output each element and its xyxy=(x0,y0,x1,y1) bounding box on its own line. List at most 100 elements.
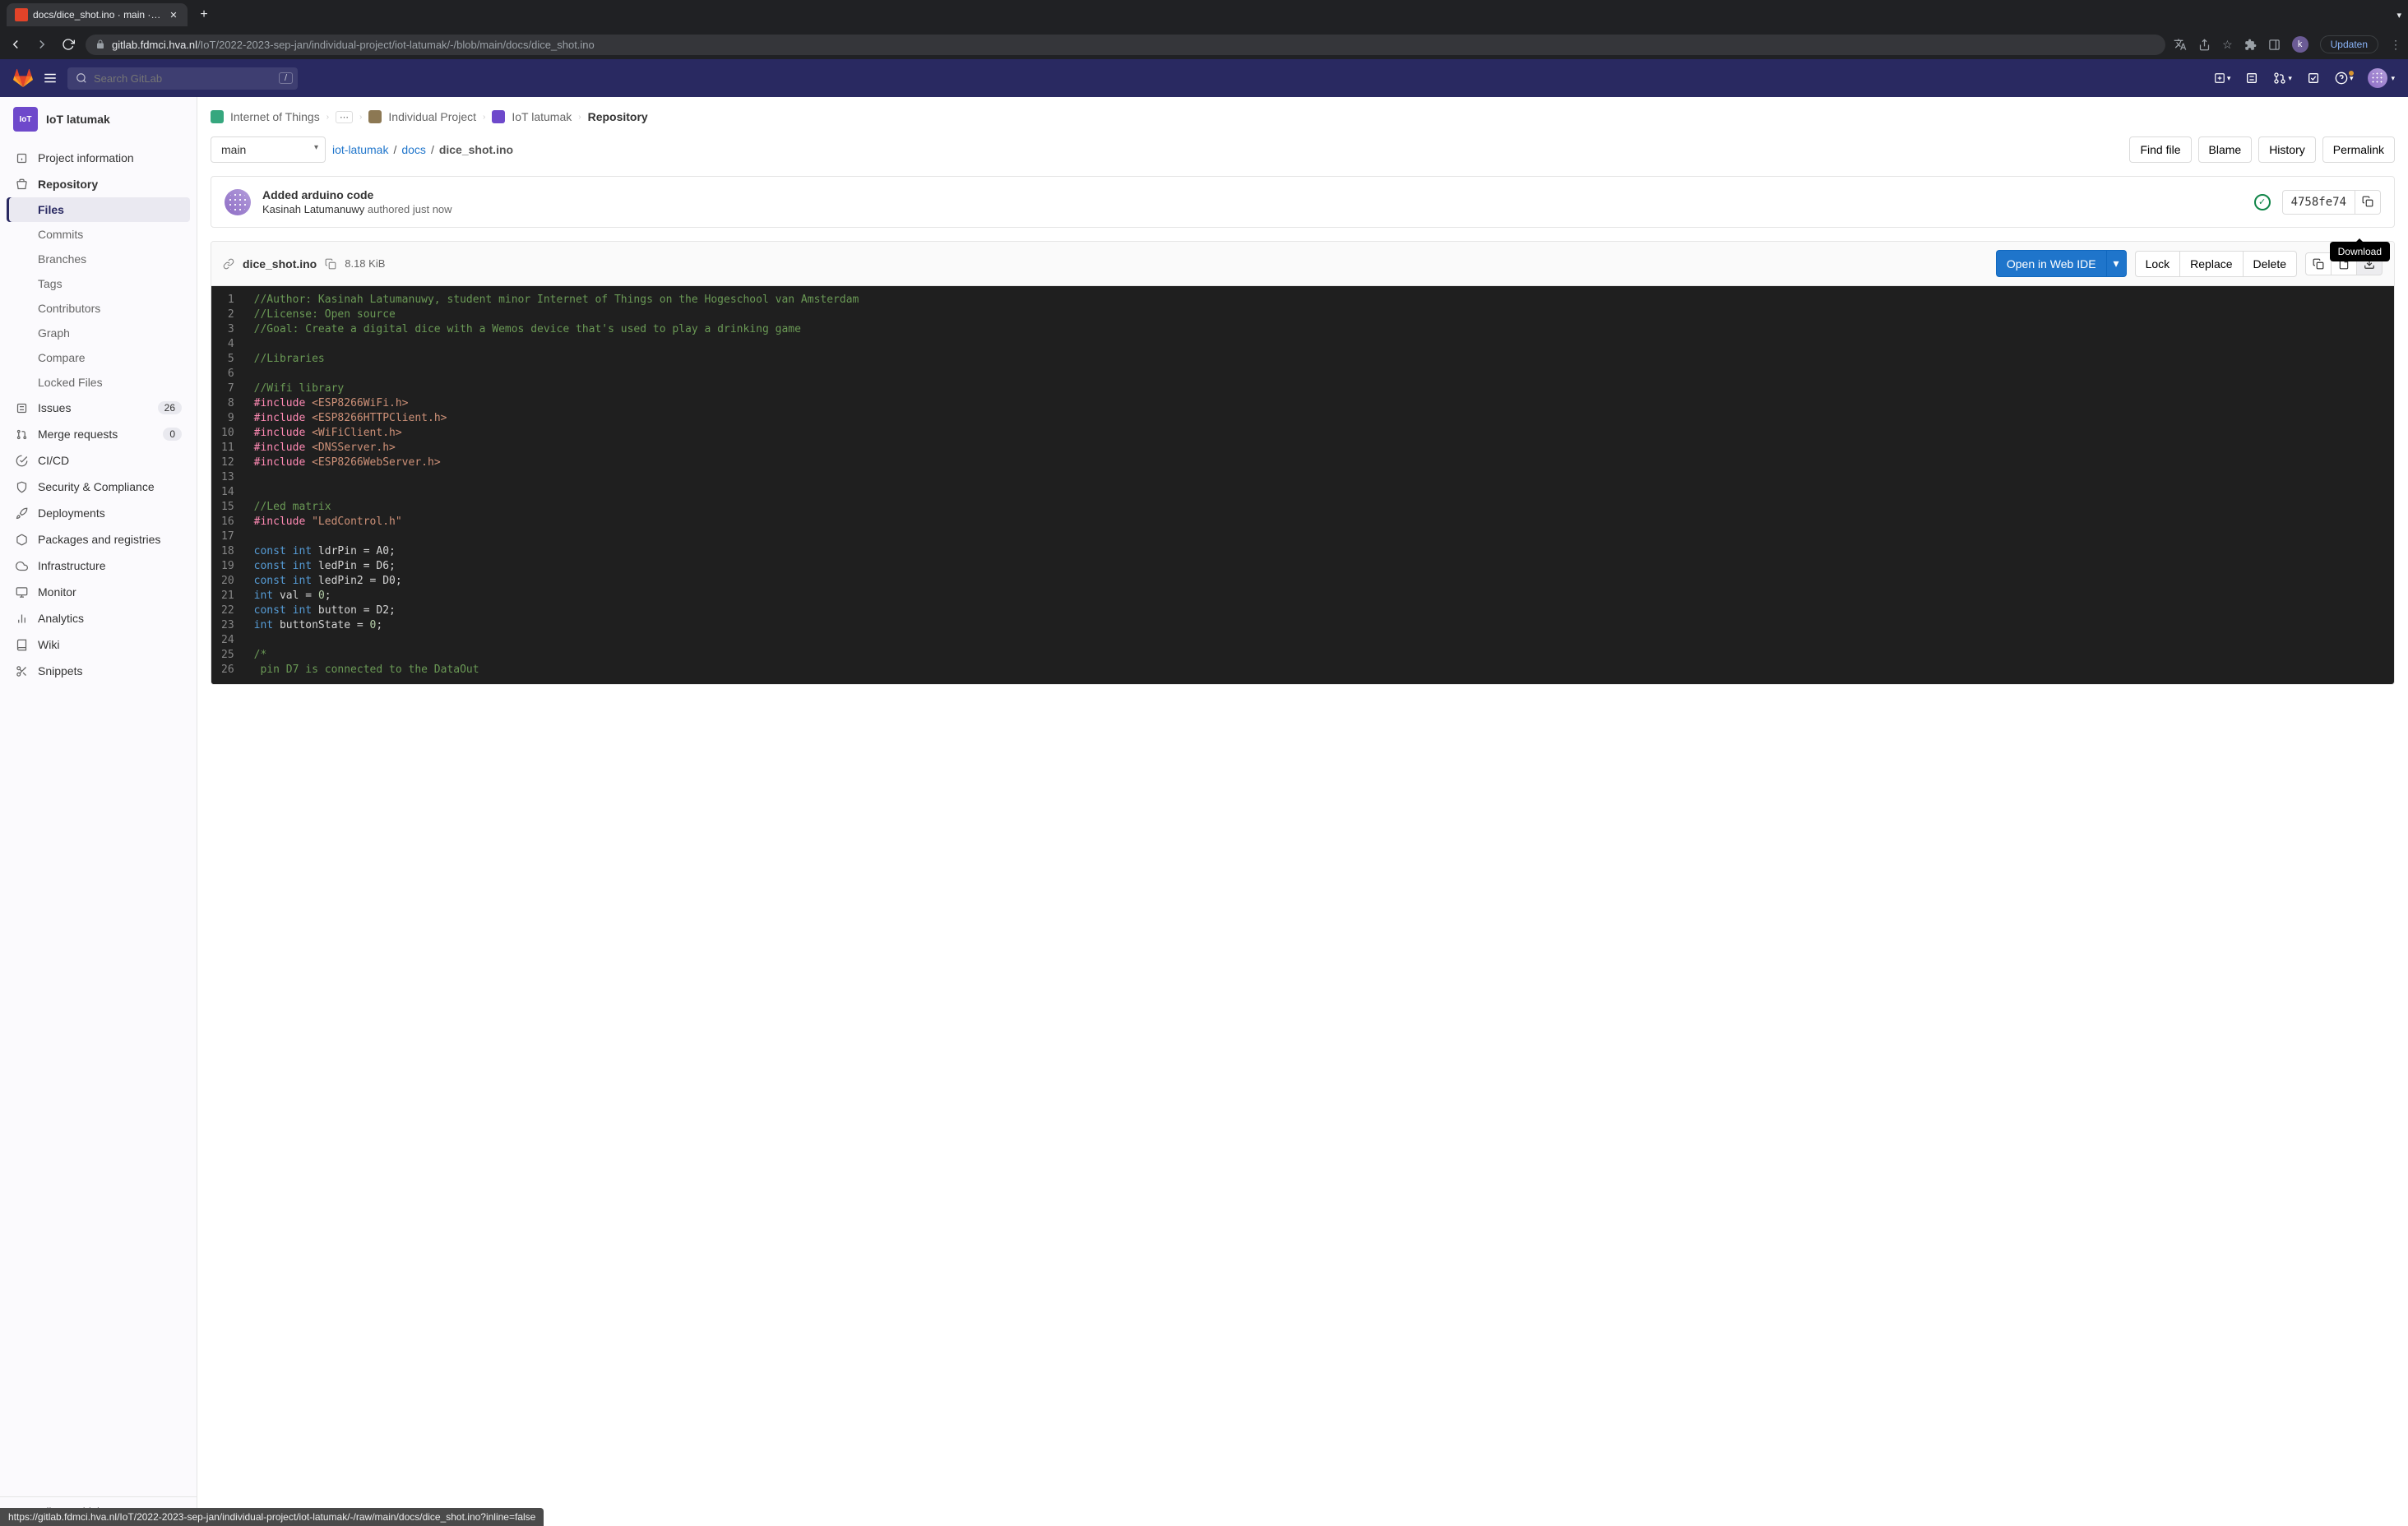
replace-button[interactable]: Replace xyxy=(2179,251,2242,277)
share-icon[interactable] xyxy=(2198,39,2211,51)
back-button[interactable] xyxy=(7,35,25,53)
line-number[interactable]: 18 xyxy=(221,544,234,559)
sidebar-item-cicd[interactable]: CI/CD xyxy=(7,447,190,474)
extensions-icon[interactable] xyxy=(2244,39,2257,51)
sidebar-sub-contributors[interactable]: Contributors xyxy=(25,296,190,321)
sidebar-item-merge-requests[interactable]: Merge requests0 xyxy=(7,421,190,447)
sidebar-sub-files[interactable]: Files xyxy=(7,197,190,222)
line-number[interactable]: 1 xyxy=(221,293,234,308)
sidebar-item-label: Monitor xyxy=(38,585,76,599)
sidebar-item-deployments[interactable]: Deployments xyxy=(7,500,190,526)
sidebar-item-snippets[interactable]: Snippets xyxy=(7,658,190,684)
line-number[interactable]: 4 xyxy=(221,337,234,352)
line-number[interactable]: 3 xyxy=(221,322,234,337)
line-number[interactable]: 14 xyxy=(221,485,234,500)
sidebar-sub-compare[interactable]: Compare xyxy=(25,345,190,370)
line-number[interactable]: 10 xyxy=(221,426,234,441)
line-number[interactable]: 24 xyxy=(221,633,234,648)
new-tab-button[interactable]: + xyxy=(194,5,214,25)
line-number[interactable]: 19 xyxy=(221,559,234,574)
breadcrumb-l3[interactable]: IoT latumak xyxy=(512,110,572,123)
browser-tab[interactable]: docs/dice_shot.ino · main · Int... ✕ xyxy=(7,3,188,26)
sidebar-sub-locked[interactable]: Locked Files xyxy=(25,370,190,395)
lock-button[interactable]: Lock xyxy=(2135,251,2180,277)
sidebar-item-monitor[interactable]: Monitor xyxy=(7,579,190,605)
line-number[interactable]: 25 xyxy=(221,648,234,663)
open-web-ide-button[interactable]: Open in Web IDE xyxy=(1996,250,2106,277)
sidebar-item-infrastructure[interactable]: Infrastructure xyxy=(7,553,190,579)
sidebar-sub-tags[interactable]: Tags xyxy=(25,271,190,296)
line-number[interactable]: 11 xyxy=(221,441,234,455)
sidebar-item-packages[interactable]: Packages and registries xyxy=(7,526,190,553)
copy-path-button[interactable] xyxy=(325,258,336,270)
line-number[interactable]: 17 xyxy=(221,529,234,544)
delete-button[interactable]: Delete xyxy=(2243,251,2297,277)
commit-author-avatar[interactable] xyxy=(225,189,251,215)
sidebar-item-analytics[interactable]: Analytics xyxy=(7,605,190,631)
bookmark-icon[interactable]: ☆ xyxy=(2222,38,2233,52)
line-number[interactable]: 22 xyxy=(221,603,234,618)
history-button[interactable]: History xyxy=(2258,136,2316,163)
line-number[interactable]: 16 xyxy=(221,515,234,529)
translate-icon[interactable] xyxy=(2174,38,2187,51)
line-number[interactable]: 13 xyxy=(221,470,234,485)
pipeline-status-icon[interactable]: ✓ xyxy=(2254,194,2271,210)
issues-icon[interactable] xyxy=(2245,72,2258,85)
update-button[interactable]: Updaten xyxy=(2320,35,2378,53)
search-input[interactable]: / xyxy=(67,67,298,90)
url-bar[interactable]: gitlab.fdmci.hva.nl/IoT/2022-2023-sep-ja… xyxy=(86,35,2165,55)
path-folder[interactable]: docs xyxy=(401,143,426,156)
forward-button[interactable] xyxy=(33,35,51,53)
profile-avatar[interactable]: k xyxy=(2292,36,2308,53)
breadcrumb-l2[interactable]: Individual Project xyxy=(388,110,476,123)
sidebar-sub-branches[interactable]: Branches xyxy=(25,247,190,271)
copy-sha-button[interactable] xyxy=(2355,190,2381,215)
branch-select[interactable]: main xyxy=(211,136,326,163)
user-menu[interactable]: ▾ xyxy=(2368,68,2395,88)
search-field[interactable] xyxy=(94,72,289,85)
create-new-button[interactable]: ▾ xyxy=(2214,72,2231,84)
breadcrumb-l1[interactable]: Internet of Things xyxy=(230,110,320,123)
reload-button[interactable] xyxy=(59,35,77,53)
line-number[interactable]: 7 xyxy=(221,382,234,396)
sidebar-item-repository[interactable]: Repository xyxy=(7,171,190,197)
line-number[interactable]: 2 xyxy=(221,308,234,322)
close-tab-icon[interactable]: ✕ xyxy=(168,9,179,21)
sidebar-item-project-info[interactable]: Project information xyxy=(7,145,190,171)
commit-author[interactable]: Kasinah Latumanuwy xyxy=(262,203,364,215)
find-file-button[interactable]: Find file xyxy=(2129,136,2191,163)
line-number[interactable]: 9 xyxy=(221,411,234,426)
line-number[interactable]: 15 xyxy=(221,500,234,515)
permalink-button[interactable]: Permalink xyxy=(2322,136,2395,163)
sidebar-item-wiki[interactable]: Wiki xyxy=(7,631,190,658)
code-line: #include <WiFiClient.h> xyxy=(254,426,2384,441)
line-number[interactable]: 12 xyxy=(221,455,234,470)
gitlab-logo[interactable] xyxy=(13,68,33,88)
menu-icon[interactable] xyxy=(43,71,58,86)
line-number[interactable]: 21 xyxy=(221,589,234,603)
sidebar-sub-commits[interactable]: Commits xyxy=(25,222,190,247)
commit-title[interactable]: Added arduino code xyxy=(262,188,452,201)
merge-requests-icon[interactable]: ▾ xyxy=(2273,72,2292,85)
line-number[interactable]: 6 xyxy=(221,367,234,382)
line-number[interactable]: 8 xyxy=(221,396,234,411)
sidebar-sub-graph[interactable]: Graph xyxy=(25,321,190,345)
sidebar-item-security[interactable]: Security & Compliance xyxy=(7,474,190,500)
copy-contents-button[interactable] xyxy=(2305,252,2331,275)
todos-icon[interactable] xyxy=(2307,72,2320,85)
project-header[interactable]: IoT IoT latumak xyxy=(0,97,197,141)
line-number[interactable]: 20 xyxy=(221,574,234,589)
help-icon[interactable]: ▾ xyxy=(2335,72,2354,85)
tab-search-icon[interactable]: ▾ xyxy=(2396,10,2401,21)
path-project[interactable]: iot-latumak xyxy=(332,143,388,156)
line-number[interactable]: 26 xyxy=(221,663,234,677)
line-number[interactable]: 23 xyxy=(221,618,234,633)
blame-button[interactable]: Blame xyxy=(2198,136,2253,163)
open-web-ide-dropdown[interactable]: ▾ xyxy=(2106,250,2127,277)
breadcrumb-more[interactable]: ⋯ xyxy=(336,111,353,123)
line-number[interactable]: 5 xyxy=(221,352,234,367)
permalink-icon[interactable] xyxy=(223,258,234,270)
sidebar-item-issues[interactable]: Issues26 xyxy=(7,395,190,421)
sidepanel-icon[interactable] xyxy=(2268,39,2281,51)
menu-icon[interactable]: ⋮ xyxy=(2390,38,2401,52)
